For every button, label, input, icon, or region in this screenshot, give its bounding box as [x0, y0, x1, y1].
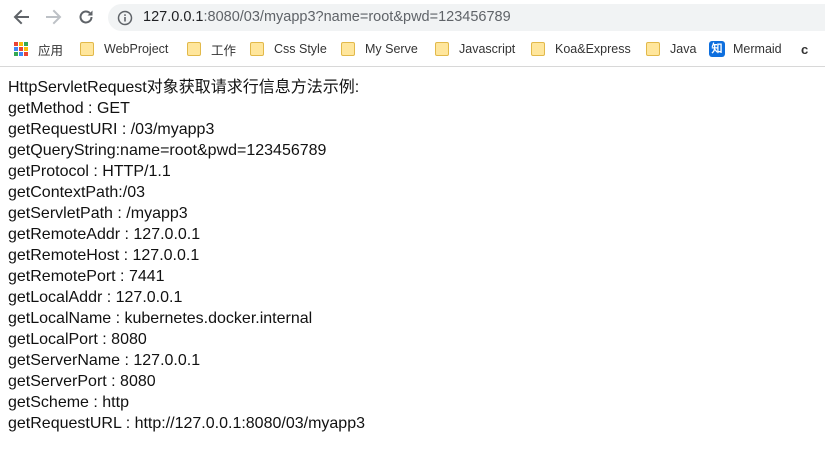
bookmarks-bar: 应用 WebProject 工作 Css Style My Serve Java… [0, 34, 825, 64]
folder-icon [435, 42, 449, 56]
bookmark-apps[interactable]: 应用 [14, 40, 63, 58]
bookmark-javascript[interactable]: Javascript [435, 40, 515, 58]
folder-icon [646, 42, 660, 56]
info-line-servlet-path: getServletPath : /myapp3 [8, 205, 188, 222]
bookmark-label: 应用 [38, 43, 64, 58]
bookmark-label: Java [670, 42, 697, 56]
back-button[interactable] [8, 4, 34, 30]
folder-icon [341, 42, 355, 56]
info-line-method: getMethod : GET [8, 100, 130, 117]
reload-button[interactable] [73, 4, 99, 30]
bookmark-my-serve[interactable]: My Serve [341, 40, 418, 58]
bookmark-label: Javascript [459, 42, 516, 56]
bookmark-java[interactable]: Java [646, 40, 696, 58]
info-line-remote-port: getRemotePort : 7441 [8, 268, 165, 285]
browser-toolbar: 127.0.0.1:8080/03/myapp3?name=root&pwd=1… [0, 0, 825, 34]
info-line-local-port: getLocalPort : 8080 [8, 331, 147, 348]
info-line-server-port: getServerPort : 8080 [8, 373, 156, 390]
arrow-right-icon [46, 9, 62, 25]
page-content: HttpServletRequest对象获取请求行信息方法示例: getMeth… [8, 77, 818, 434]
info-line-context-path: getContextPath:/03 [8, 184, 145, 201]
reload-icon [79, 10, 93, 24]
folder-icon [531, 42, 545, 56]
page-heading: HttpServletRequest对象获取请求行信息方法示例: [8, 79, 360, 96]
bookmark-label: Mermaid [733, 42, 782, 56]
info-line-local-name: getLocalName : kubernetes.docker.interna… [8, 310, 313, 327]
bookmark-koa-express[interactable]: Koa&Express [531, 40, 631, 58]
folder-icon [250, 42, 264, 56]
info-line-protocol: getProtocol : HTTP/1.1 [8, 163, 171, 180]
bookmark-webproject[interactable]: WebProject [80, 40, 168, 58]
bookmark-work[interactable]: 工作 [187, 40, 236, 58]
toolbar-divider [0, 66, 825, 67]
bookmark-label: 工作 [211, 43, 237, 58]
info-line-query-string: getQueryString:name=root&pwd=123456789 [8, 142, 327, 159]
bookmark-label: Css Style [274, 42, 327, 56]
info-line-local-addr: getLocalAddr : 127.0.0.1 [8, 289, 183, 306]
apps-grid-icon [14, 42, 28, 56]
info-line-remote-host: getRemoteHost : 127.0.0.1 [8, 247, 200, 264]
info-icon[interactable] [117, 10, 133, 26]
bookmark-css-style[interactable]: Css Style [250, 40, 327, 58]
info-line-request-url: getRequestURL : http://127.0.0.1:8080/03… [8, 415, 365, 432]
url-path: :8080/03/myapp3?name=root&pwd=123456789 [203, 9, 511, 25]
info-line-request-uri: getRequestURI : /03/myapp3 [8, 121, 215, 138]
bookmark-overflow-item[interactable]: c [801, 42, 815, 58]
info-line-server-name: getServerName : 127.0.0.1 [8, 352, 201, 369]
url-text[interactable]: 127.0.0.1:8080/03/myapp3?name=root&pwd=1… [143, 9, 511, 26]
bookmark-label: WebProject [104, 42, 169, 56]
arrow-left-icon [13, 9, 29, 25]
bookmark-label: Koa&Express [555, 42, 631, 56]
folder-icon [187, 42, 201, 56]
info-line-remote-addr: getRemoteAddr : 127.0.0.1 [8, 226, 201, 243]
bookmark-mermaid[interactable]: 知 Mermaid [709, 40, 782, 58]
url-host: 127.0.0.1 [143, 9, 204, 25]
zhihu-icon: 知 [709, 41, 725, 57]
info-line-scheme: getScheme : http [8, 394, 129, 411]
forward-button[interactable] [41, 4, 67, 30]
address-bar[interactable]: 127.0.0.1:8080/03/myapp3?name=root&pwd=1… [108, 4, 825, 31]
bookmark-label: My Serve [365, 42, 418, 56]
folder-icon [80, 42, 94, 56]
